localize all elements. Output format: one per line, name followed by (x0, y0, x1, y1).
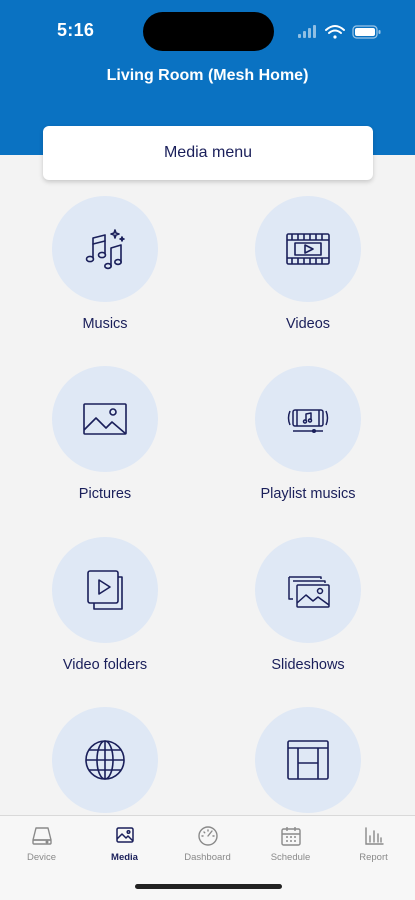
tile-circle (52, 537, 158, 643)
globe-icon (85, 740, 125, 780)
page-title: Living Room (Mesh Home) (106, 67, 309, 84)
tile-circle (255, 707, 361, 813)
bar-chart-icon (365, 827, 384, 845)
battery-icon (352, 25, 381, 39)
tile-label: Slideshows (271, 657, 345, 673)
music-notes-icon (85, 229, 125, 270)
camera-notch (143, 12, 274, 51)
layout-icon (287, 740, 329, 780)
tile-label: Musics (82, 316, 128, 332)
pictures-tile[interactable]: Pictures (25, 366, 185, 516)
status-icons (298, 22, 382, 42)
playlist-icon (287, 409, 329, 434)
tile-label: Videos (285, 316, 331, 332)
status-time: 5:16 (57, 20, 95, 40)
tab-label: Media (111, 852, 138, 863)
tile-label: Pictures (78, 486, 132, 502)
tab-media[interactable]: Media (83, 816, 166, 876)
tile-circle (52, 707, 158, 813)
tile-circle (255, 537, 361, 643)
video-film-icon (286, 233, 330, 265)
tile-label: Playlist musics (260, 486, 356, 502)
tab-label: Schedule (270, 852, 311, 863)
tab-schedule[interactable]: Schedule (249, 816, 332, 876)
status-bar: 5:16 (0, 0, 415, 60)
media-menu-card[interactable]: Media menu (43, 126, 373, 180)
gauge-icon (198, 826, 218, 846)
video-folders-tile[interactable]: Video folders (25, 537, 185, 687)
tile-circle (255, 366, 361, 472)
slideshow-icon (288, 576, 330, 608)
wifi-icon (325, 25, 345, 39)
tab-label: Dashboard (184, 852, 231, 863)
video-folder-icon (87, 570, 123, 610)
media-icon (116, 827, 134, 843)
slideshows-tile[interactable]: Slideshows (228, 537, 388, 687)
playlist-musics-tile[interactable]: Playlist musics (228, 366, 388, 516)
device-icon (32, 827, 52, 845)
tab-label: Report (359, 852, 388, 863)
tab-device[interactable]: Device (0, 816, 83, 876)
tile-circle (52, 366, 158, 472)
cellular-signal-icon (298, 25, 316, 38)
picture-icon (83, 403, 127, 435)
tab-label: Device (26, 852, 57, 863)
tab-dashboard[interactable]: Dashboard (166, 816, 249, 876)
tile-circle (255, 196, 361, 302)
videos-tile[interactable]: Videos (228, 196, 388, 346)
tile-label: Video folders (62, 657, 148, 673)
tab-report[interactable]: Report (332, 816, 415, 876)
home-indicator[interactable] (135, 884, 282, 889)
musics-tile[interactable]: Musics (25, 196, 185, 346)
calendar-icon (281, 827, 301, 846)
tile-circle (52, 196, 158, 302)
